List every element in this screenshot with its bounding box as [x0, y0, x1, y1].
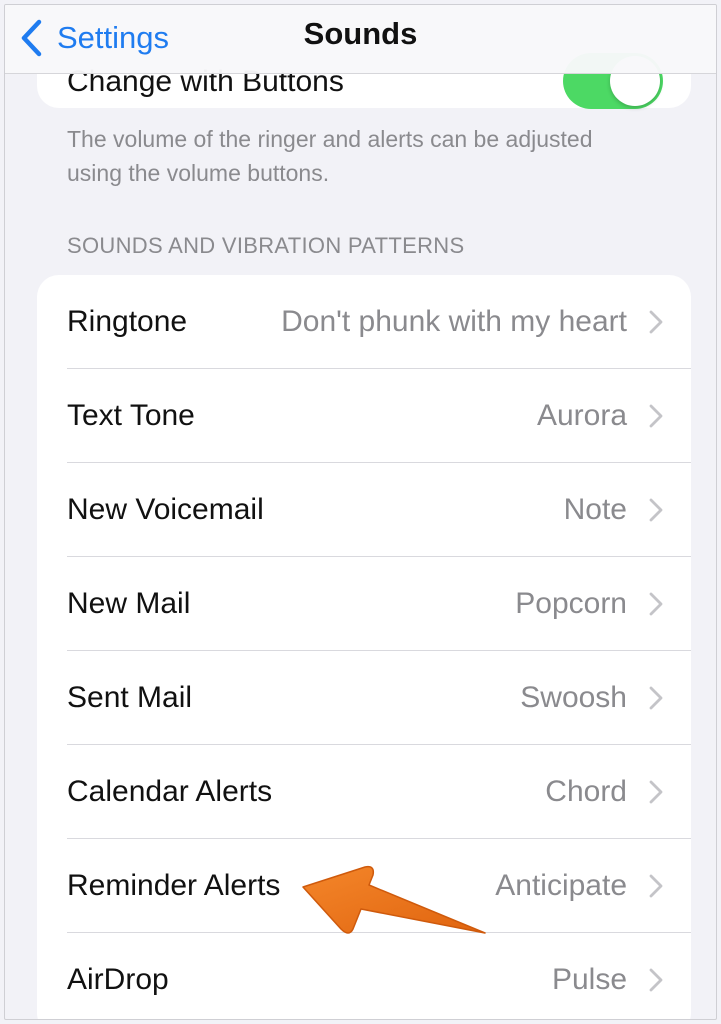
sounds-list: Ringtone Don't phunk with my heart Text … — [37, 275, 691, 1019]
row-label: Sent Mail — [67, 681, 193, 714]
chevron-right-icon — [649, 592, 663, 616]
row-reminder-alerts[interactable]: Reminder Alerts Anticipate — [37, 839, 691, 933]
chevron-right-icon — [649, 968, 663, 992]
chevron-right-icon — [649, 310, 663, 334]
row-new-mail[interactable]: New Mail Popcorn — [37, 557, 691, 651]
row-value: Anticipate — [495, 869, 627, 902]
chevron-right-icon — [649, 404, 663, 428]
volume-buttons-footer: The volume of the ringer and alerts can … — [67, 126, 593, 186]
row-value: Swoosh — [520, 681, 627, 714]
row-label: New Voicemail — [67, 493, 264, 526]
row-calendar-alerts[interactable]: Calendar Alerts Chord — [37, 745, 691, 839]
row-label: Reminder Alerts — [67, 869, 281, 902]
row-label: Text Tone — [67, 399, 195, 432]
row-label: AirDrop — [67, 963, 169, 996]
chevron-right-icon — [649, 874, 663, 898]
row-label: Calendar Alerts — [67, 775, 273, 808]
row-ringtone[interactable]: Ringtone Don't phunk with my heart — [37, 275, 691, 369]
page-title: Sounds — [303, 16, 418, 51]
chevron-right-icon — [649, 780, 663, 804]
navigation-bar: Settings Sounds — [5, 5, 716, 74]
row-value: Don't phunk with my heart — [281, 305, 627, 338]
row-value: Chord — [545, 775, 627, 808]
row-value: Popcorn — [515, 587, 627, 620]
row-value: Aurora — [536, 399, 627, 432]
screenshot-frame: Change with Buttons Settings Sounds The … — [4, 4, 717, 1020]
sounds-section-header: SOUNDS AND VIBRATION PATTERNS — [67, 233, 465, 258]
chevron-right-icon — [649, 498, 663, 522]
chevron-right-icon — [649, 686, 663, 710]
row-value: Pulse — [551, 963, 627, 996]
row-sent-mail[interactable]: Sent Mail Swoosh — [37, 651, 691, 745]
row-value: Note — [563, 493, 627, 526]
row-text-tone[interactable]: Text Tone Aurora — [37, 369, 691, 463]
row-new-voicemail[interactable]: New Voicemail Note — [37, 463, 691, 557]
row-label: Ringtone — [67, 305, 188, 338]
row-label: New Mail — [67, 587, 191, 620]
row-airdrop[interactable]: AirDrop Pulse — [37, 933, 691, 1019]
